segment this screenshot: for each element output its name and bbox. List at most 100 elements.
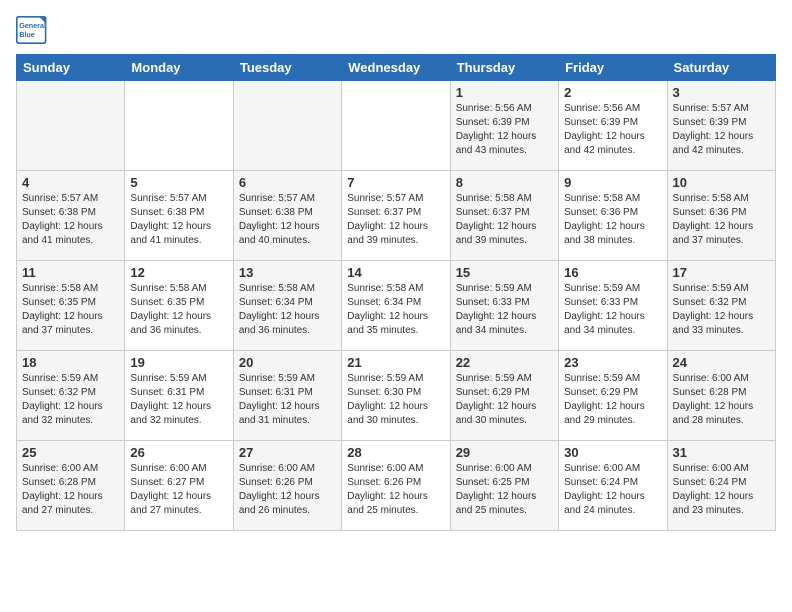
empty-cell [233, 81, 341, 171]
day-number: 20 [239, 355, 336, 370]
day-cell-21: 21 Sunrise: 5:59 AM Sunset: 6:30 PM Dayli… [342, 351, 450, 441]
day-number: 18 [22, 355, 119, 370]
day-number: 9 [564, 175, 661, 190]
day-info: Sunrise: 5:58 AM Sunset: 6:35 PM Dayligh… [22, 282, 119, 338]
week-row-5: 25 Sunrise: 6:00 AM Sunset: 6:28 PM Dayli… [17, 441, 776, 531]
day-cell-20: 20 Sunrise: 5:59 AM Sunset: 6:31 PM Dayli… [233, 351, 341, 441]
day-info: Sunrise: 5:59 AM Sunset: 6:33 PM Dayligh… [564, 282, 661, 338]
day-cell-10: 10 Sunrise: 5:58 AM Sunset: 6:36 PM Dayli… [667, 171, 775, 261]
svg-text:General: General [19, 21, 46, 30]
day-cell-16: 16 Sunrise: 5:59 AM Sunset: 6:33 PM Dayli… [559, 261, 667, 351]
day-cell-2: 2Sunrise: 5:56 AM Sunset: 6:39 PM Daylig… [559, 81, 667, 171]
svg-text:Blue: Blue [19, 30, 35, 39]
day-info: Sunrise: 6:00 AM Sunset: 6:25 PM Dayligh… [456, 462, 553, 518]
logo-icon: General Blue [16, 16, 48, 44]
weekday-header-tuesday: Tuesday [233, 55, 341, 81]
day-info: Sunrise: 5:59 AM Sunset: 6:31 PM Dayligh… [239, 372, 336, 428]
day-cell-12: 12 Sunrise: 5:58 AM Sunset: 6:35 PM Dayli… [125, 261, 233, 351]
day-number: 28 [347, 445, 444, 460]
day-number: 3 [673, 85, 770, 100]
day-info: Sunrise: 5:58 AM Sunset: 6:37 PM Dayligh… [456, 192, 553, 248]
day-cell-6: 6 Sunrise: 5:57 AM Sunset: 6:38 PM Daylig… [233, 171, 341, 261]
day-number: 31 [673, 445, 770, 460]
day-info: Sunrise: 5:59 AM Sunset: 6:30 PM Dayligh… [347, 372, 444, 428]
day-info: Sunrise: 5:58 AM Sunset: 6:36 PM Dayligh… [564, 192, 661, 248]
day-cell-17: 17Sunrise: 5:59 AM Sunset: 6:32 PM Dayli… [667, 261, 775, 351]
day-cell-15: 15Sunrise: 5:59 AM Sunset: 6:33 PM Dayli… [450, 261, 558, 351]
weekday-header-monday: Monday [125, 55, 233, 81]
day-info: Sunrise: 5:57 AM Sunset: 6:38 PM Dayligh… [130, 192, 227, 248]
day-cell-27: 27 Sunrise: 6:00 AM Sunset: 6:26 PM Dayli… [233, 441, 341, 531]
day-number: 10 [673, 175, 770, 190]
day-info: Sunrise: 5:58 AM Sunset: 6:34 PM Dayligh… [347, 282, 444, 338]
day-cell-31: 31 Sunrise: 6:00 AM Sunset: 6:24 PM Dayli… [667, 441, 775, 531]
weekday-header-sunday: Sunday [17, 55, 125, 81]
day-number: 22 [456, 355, 553, 370]
day-number: 25 [22, 445, 119, 460]
day-info: Sunrise: 5:58 AM Sunset: 6:34 PM Dayligh… [239, 282, 336, 338]
day-info: Sunrise: 5:59 AM Sunset: 6:33 PM Dayligh… [456, 282, 553, 338]
day-number: 26 [130, 445, 227, 460]
week-row-3: 11 Sunrise: 5:58 AM Sunset: 6:35 PM Dayli… [17, 261, 776, 351]
day-info: Sunrise: 5:58 AM Sunset: 6:35 PM Dayligh… [130, 282, 227, 338]
day-info: Sunrise: 5:59 AM Sunset: 6:29 PM Dayligh… [564, 372, 661, 428]
day-number: 24 [673, 355, 770, 370]
day-info: Sunrise: 5:57 AM Sunset: 6:38 PM Dayligh… [22, 192, 119, 248]
header-row: SundayMondayTuesdayWednesdayThursdayFrid… [17, 55, 776, 81]
day-cell-18: 18Sunrise: 5:59 AM Sunset: 6:32 PM Dayli… [17, 351, 125, 441]
day-number: 14 [347, 265, 444, 280]
calendar-header: General Blue [16, 16, 776, 44]
day-cell-28: 28 Sunrise: 6:00 AM Sunset: 6:26 PM Dayli… [342, 441, 450, 531]
empty-cell [17, 81, 125, 171]
day-cell-29: 29Sunrise: 6:00 AM Sunset: 6:25 PM Dayli… [450, 441, 558, 531]
day-number: 7 [347, 175, 444, 190]
day-info: Sunrise: 6:00 AM Sunset: 6:26 PM Dayligh… [239, 462, 336, 518]
logo: General Blue [16, 16, 52, 44]
calendar-table: SundayMondayTuesdayWednesdayThursdayFrid… [16, 54, 776, 531]
day-number: 21 [347, 355, 444, 370]
day-number: 12 [130, 265, 227, 280]
day-cell-7: 7 Sunrise: 5:57 AM Sunset: 6:37 PM Daylig… [342, 171, 450, 261]
day-number: 11 [22, 265, 119, 280]
day-cell-4: 4 Sunrise: 5:57 AM Sunset: 6:38 PM Daylig… [17, 171, 125, 261]
day-cell-9: 9 Sunrise: 5:58 AM Sunset: 6:36 PM Daylig… [559, 171, 667, 261]
day-number: 16 [564, 265, 661, 280]
day-cell-1: 1Sunrise: 5:56 AM Sunset: 6:39 PM Daylig… [450, 81, 558, 171]
day-number: 2 [564, 85, 661, 100]
day-number: 13 [239, 265, 336, 280]
empty-cell [342, 81, 450, 171]
day-info: Sunrise: 5:59 AM Sunset: 6:32 PM Dayligh… [673, 282, 770, 338]
day-info: Sunrise: 6:00 AM Sunset: 6:28 PM Dayligh… [22, 462, 119, 518]
empty-cell [125, 81, 233, 171]
day-number: 6 [239, 175, 336, 190]
day-number: 19 [130, 355, 227, 370]
day-info: Sunrise: 6:00 AM Sunset: 6:24 PM Dayligh… [673, 462, 770, 518]
day-cell-11: 11 Sunrise: 5:58 AM Sunset: 6:35 PM Dayli… [17, 261, 125, 351]
day-number: 1 [456, 85, 553, 100]
day-info: Sunrise: 5:59 AM Sunset: 6:29 PM Dayligh… [456, 372, 553, 428]
day-cell-26: 26 Sunrise: 6:00 AM Sunset: 6:27 PM Dayli… [125, 441, 233, 531]
day-info: Sunrise: 5:57 AM Sunset: 6:37 PM Dayligh… [347, 192, 444, 248]
day-cell-3: 3 Sunrise: 5:57 AM Sunset: 6:39 PM Daylig… [667, 81, 775, 171]
weekday-header-thursday: Thursday [450, 55, 558, 81]
day-info: Sunrise: 5:58 AM Sunset: 6:36 PM Dayligh… [673, 192, 770, 248]
weekday-header-saturday: Saturday [667, 55, 775, 81]
day-info: Sunrise: 5:57 AM Sunset: 6:38 PM Dayligh… [239, 192, 336, 248]
day-info: Sunrise: 6:00 AM Sunset: 6:28 PM Dayligh… [673, 372, 770, 428]
day-info: Sunrise: 6:00 AM Sunset: 6:27 PM Dayligh… [130, 462, 227, 518]
day-number: 4 [22, 175, 119, 190]
day-info: Sunrise: 6:00 AM Sunset: 6:24 PM Dayligh… [564, 462, 661, 518]
day-cell-24: 24 Sunrise: 6:00 AM Sunset: 6:28 PM Dayli… [667, 351, 775, 441]
weekday-header-friday: Friday [559, 55, 667, 81]
day-cell-25: 25 Sunrise: 6:00 AM Sunset: 6:28 PM Dayli… [17, 441, 125, 531]
day-cell-5: 5 Sunrise: 5:57 AM Sunset: 6:38 PM Daylig… [125, 171, 233, 261]
day-cell-22: 22 Sunrise: 5:59 AM Sunset: 6:29 PM Dayli… [450, 351, 558, 441]
day-cell-14: 14 Sunrise: 5:58 AM Sunset: 6:34 PM Dayli… [342, 261, 450, 351]
week-row-1: 1Sunrise: 5:56 AM Sunset: 6:39 PM Daylig… [17, 81, 776, 171]
day-number: 5 [130, 175, 227, 190]
day-info: Sunrise: 5:57 AM Sunset: 6:39 PM Dayligh… [673, 102, 770, 158]
day-info: Sunrise: 5:59 AM Sunset: 6:31 PM Dayligh… [130, 372, 227, 428]
day-number: 27 [239, 445, 336, 460]
day-number: 30 [564, 445, 661, 460]
day-info: Sunrise: 6:00 AM Sunset: 6:26 PM Dayligh… [347, 462, 444, 518]
